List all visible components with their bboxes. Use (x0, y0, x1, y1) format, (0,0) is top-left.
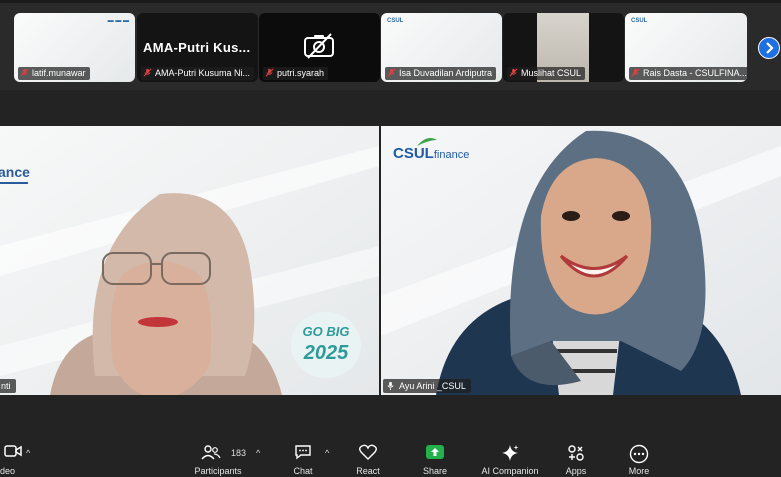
heart-icon (359, 444, 377, 460)
apps-label: Apps (565, 466, 587, 476)
video-label: deo (0, 466, 16, 476)
company-logo-suffix: finance (433, 149, 470, 161)
participants-icon (201, 445, 221, 460)
participant-name: Ayu Arini _CSUL (399, 381, 466, 391)
badge-text-bottom: 2025 (303, 342, 349, 364)
participant-name-tag: Ayu Arini _CSUL (383, 379, 471, 393)
react-label: React (356, 466, 380, 476)
participant-name: latif.munawar (32, 68, 86, 78)
video-options-caret[interactable]: ^ (26, 448, 30, 458)
video-tile-left[interactable]: ance GO BIG 2025 nti (0, 126, 379, 395)
apps-icon (568, 445, 584, 461)
mic-off-icon (20, 68, 29, 77)
participant-name-tag: AMA-Putri Kusuma Ni... (141, 67, 255, 80)
tile-logo: CSUL (387, 18, 404, 24)
participant-tile[interactable]: CSUL Rais Dasta - CSULFINA... (625, 13, 747, 82)
participant-tile[interactable]: Muslihat CSUL (503, 13, 624, 82)
share-screen-icon (426, 445, 444, 459)
tile-logo: CSUL (631, 18, 648, 24)
participant-name: nti (1, 381, 11, 391)
chat-label: Chat (293, 466, 313, 476)
mic-off-icon (265, 68, 274, 77)
share-label: Share (422, 466, 448, 476)
participants-count: 183 (231, 448, 247, 458)
next-page-button[interactable] (758, 37, 780, 59)
ai-sparkle-icon (502, 445, 519, 461)
participant-name-tag: latif.munawar (18, 67, 90, 80)
participant-tile[interactable]: AMA-Putri Kus... AMA-Putri Kusuma Ni... (137, 13, 258, 82)
company-logo: ance (0, 164, 30, 180)
participant-name-tag: Muslihat CSUL (507, 67, 586, 80)
participant-name-tag: Rais Dasta - CSULFINA... (629, 67, 747, 80)
leaf-logo-icon (417, 138, 437, 146)
mic-icon (387, 381, 394, 390)
chat-icon (295, 445, 311, 460)
mic-off-icon (631, 68, 640, 77)
ai-companion-label: AI Companion (481, 466, 539, 476)
video-camera-icon (4, 445, 22, 457)
participant-strip: ▬ ▬ ▬ latif.munawar AMA-Putri Kus... AMA… (0, 0, 781, 90)
tile-logo: ▬ ▬ ▬ (107, 18, 129, 24)
participant-name: Rais Dasta - CSULFINA... (643, 68, 747, 78)
participant-name: Muslihat CSUL (521, 68, 582, 78)
more-icon (629, 444, 649, 464)
participant-tile[interactable]: ▬ ▬ ▬ latif.munawar (14, 13, 135, 82)
badge-text-top: GO BIG (302, 324, 350, 339)
participant-name: Isa Duvadilan Ardiputra (399, 68, 493, 78)
gobig-badge: GO BIG 2025 (291, 312, 361, 378)
participant-name-tag: putri.syarah (263, 67, 329, 80)
participant-name-tag: nti (0, 379, 16, 393)
more-label: More (628, 466, 650, 476)
camera-off-icon (304, 33, 334, 59)
participant-name: AMA-Putri Kusuma Ni... (155, 68, 251, 78)
participant-tile[interactable]: CSUL Isa Duvadilan Ardiputra (381, 13, 502, 82)
participants-label: Participants (194, 466, 242, 476)
chat-options-caret[interactable]: ^ (325, 448, 329, 458)
participants-options-caret[interactable]: ^ (256, 448, 260, 458)
participant-video-feed (381, 126, 781, 395)
video-tile-active-speaker[interactable]: CSULfinance Ayu Arini _CSUL (381, 126, 781, 395)
mic-off-icon (387, 68, 396, 77)
chevron-right-icon (766, 42, 774, 54)
logo-underline (0, 182, 28, 184)
participant-tile[interactable]: putri.syarah (259, 13, 380, 82)
participant-display-name: AMA-Putri Kus... (143, 40, 251, 55)
mic-off-icon (509, 68, 518, 77)
strip-top-border (0, 0, 781, 3)
mic-off-icon (143, 68, 152, 77)
participant-name-tag: Isa Duvadilan Ardiputra (385, 67, 497, 80)
meeting-toolbar: deo ^ Participants 183 ^ Chat ^ React Sh… (0, 436, 781, 477)
participant-name: putri.syarah (277, 68, 325, 78)
